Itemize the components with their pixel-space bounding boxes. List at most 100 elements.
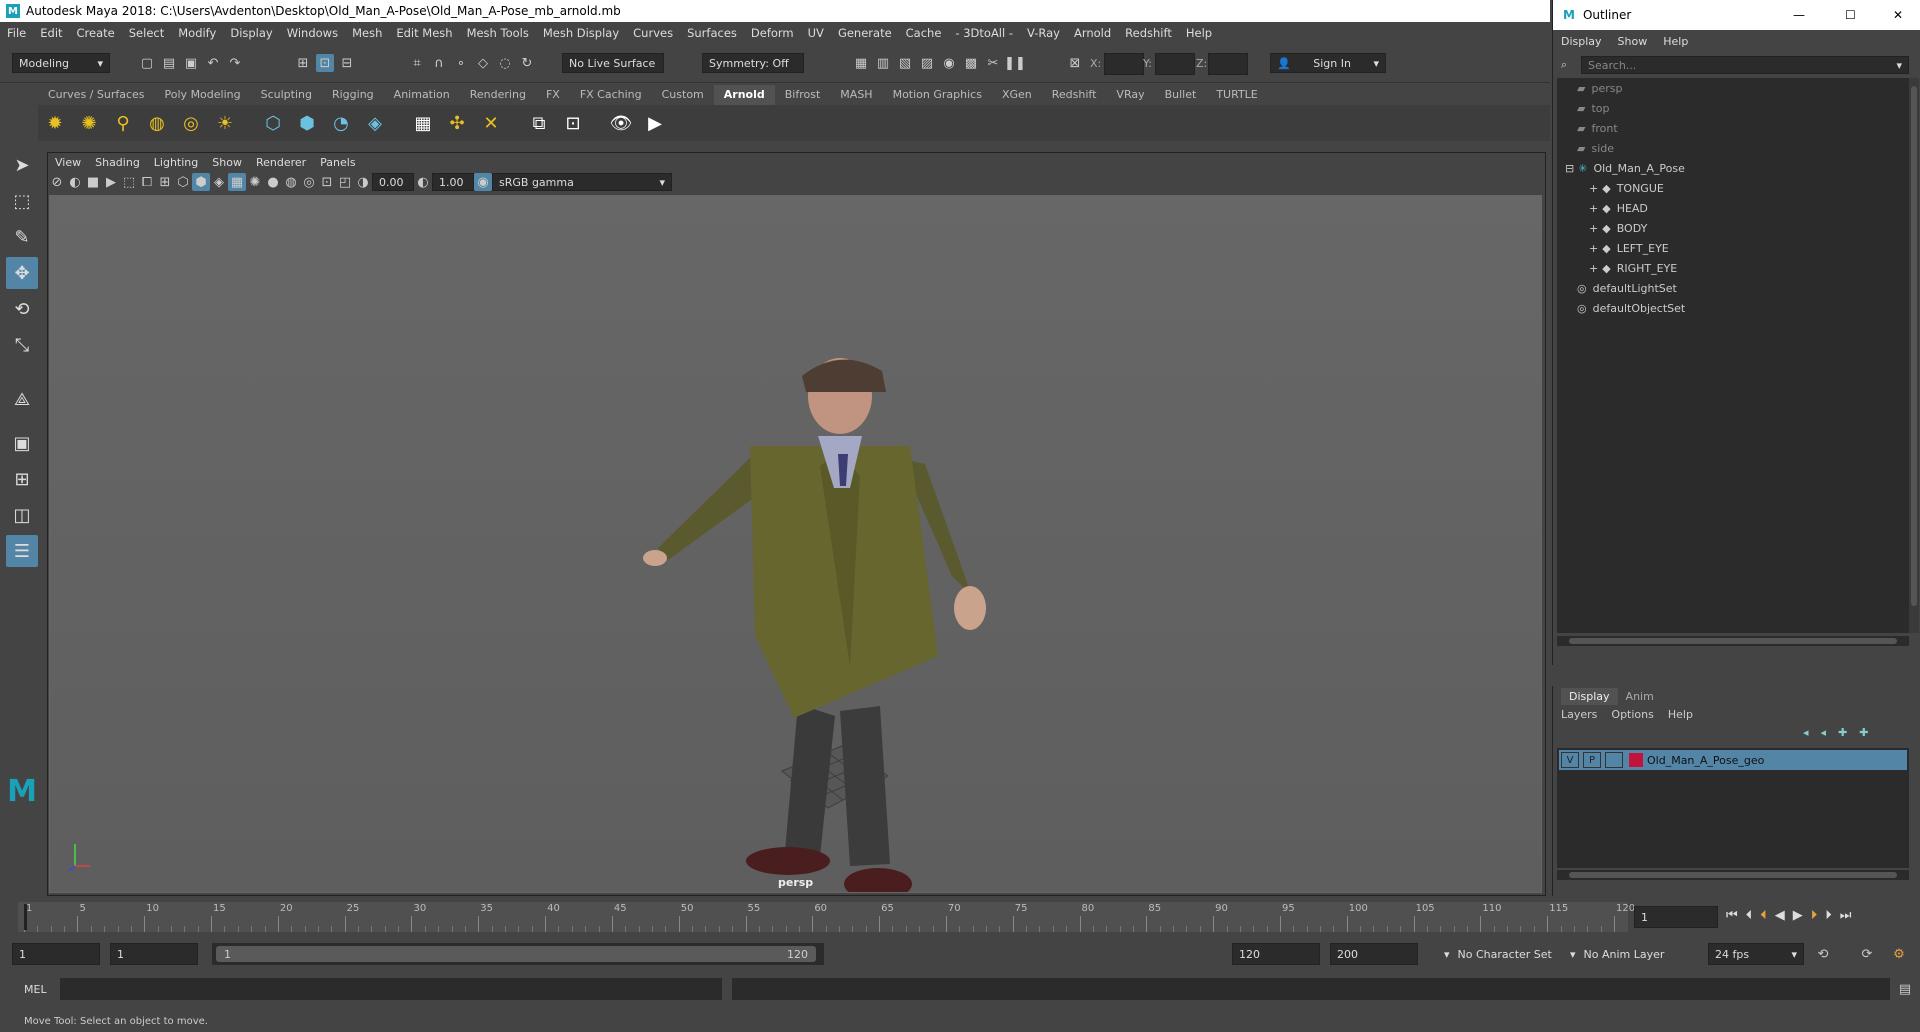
textured-icon[interactable]: ◈ bbox=[210, 173, 228, 191]
standin-icon[interactable]: ⬡ bbox=[260, 110, 286, 136]
close-icon[interactable]: ✕ bbox=[1893, 8, 1903, 22]
curve-collector-icon[interactable]: ◈ bbox=[362, 110, 388, 136]
shelf-tab-poly-modeling[interactable]: Poly Modeling bbox=[155, 85, 251, 105]
layer-visibility-toggle[interactable]: V bbox=[1561, 752, 1579, 768]
shelf-tab-bullet[interactable]: Bullet bbox=[1155, 85, 1207, 105]
stop-render-icon[interactable]: ✂ bbox=[984, 54, 1002, 72]
y-field[interactable] bbox=[1155, 53, 1195, 75]
snap-point-icon[interactable]: ∘ bbox=[452, 54, 470, 72]
play-render-icon[interactable]: ▶ bbox=[642, 110, 668, 136]
select-tool-icon[interactable]: ➤ bbox=[6, 149, 38, 181]
move-layer-down-icon[interactable]: ◂ bbox=[1821, 726, 1827, 739]
outliner-v-scrollbar[interactable] bbox=[1909, 78, 1919, 633]
open-scene-icon[interactable]: ▤ bbox=[160, 54, 178, 72]
viewport-menu-renderer[interactable]: Renderer bbox=[249, 156, 313, 169]
shelf-tab-motion-graphics[interactable]: Motion Graphics bbox=[883, 85, 992, 105]
four-pane-icon[interactable]: ⊞ bbox=[6, 463, 38, 495]
outliner-layout-icon[interactable]: ☰ bbox=[6, 535, 38, 567]
menu-select[interactable]: Select bbox=[122, 26, 171, 40]
flush-texture-icon[interactable]: ✣ bbox=[444, 110, 470, 136]
new-scene-icon[interactable]: ▢ bbox=[138, 54, 156, 72]
use-lights-icon[interactable]: ✺ bbox=[246, 173, 264, 191]
mesh-light-icon[interactable]: ⚲ bbox=[110, 110, 136, 136]
hypershade-icon[interactable]: ◉ bbox=[940, 54, 958, 72]
rotate-tool-icon[interactable]: ⟲ bbox=[6, 293, 38, 325]
export-standin-icon[interactable]: ⬢ bbox=[294, 110, 320, 136]
step-forward-key-icon[interactable]: ⏵ bbox=[1811, 908, 1818, 923]
menu-modify[interactable]: Modify bbox=[171, 26, 223, 40]
step-back-key-icon[interactable]: ⏴ bbox=[1760, 908, 1767, 923]
collapse-icon[interactable]: ⊟ bbox=[1565, 162, 1574, 175]
timeline-track[interactable]: 1 5 10 15 20 25 30 35 40 45 50 55 60 65 70 75 80 85 90 95 10… bbox=[18, 902, 1635, 932]
flush-cache-icon[interactable]: ▦ bbox=[410, 110, 436, 136]
menu-edit[interactable]: Edit bbox=[33, 26, 69, 40]
select-object-icon[interactable]: ⊡ bbox=[316, 54, 334, 72]
menu-curves[interactable]: Curves bbox=[626, 26, 680, 40]
paint-select-icon[interactable]: ✎ bbox=[6, 221, 38, 253]
shelf-tab-mash[interactable]: MASH bbox=[830, 85, 882, 105]
arnold-render-icon[interactable]: ▩ bbox=[962, 54, 980, 72]
menu-create[interactable]: Create bbox=[70, 26, 122, 40]
symmetry-dropdown[interactable]: Symmetry: Off bbox=[702, 53, 804, 73]
isolate-select-icon[interactable]: ⊡ bbox=[318, 173, 336, 191]
color-space-dropdown[interactable]: sRGB gamma ▾ bbox=[492, 173, 672, 191]
smooth-shade-icon[interactable]: ⬢ bbox=[192, 173, 210, 191]
maximize-icon[interactable]: ☐ bbox=[1845, 8, 1856, 22]
outliner-menu-show[interactable]: Show bbox=[1610, 35, 1656, 48]
volume-icon[interactable]: ◔ bbox=[328, 110, 354, 136]
menu-cache[interactable]: Cache bbox=[899, 26, 949, 40]
gamma-icon[interactable]: ◐ bbox=[414, 173, 432, 191]
lasso-tool-icon[interactable]: ⬚ bbox=[6, 185, 38, 217]
new-layer-icon[interactable]: ✚ bbox=[1838, 726, 1847, 739]
menu-surfaces[interactable]: Surfaces bbox=[680, 26, 744, 40]
current-frame-field[interactable]: 1 bbox=[1634, 906, 1718, 928]
auto-key-icon[interactable]: ⟳ bbox=[1858, 945, 1876, 963]
color-management-icon[interactable]: ◉ bbox=[474, 173, 492, 191]
scale-tool-icon[interactable]: ⤡ bbox=[6, 329, 38, 361]
redo-icon[interactable]: ↷ bbox=[226, 54, 244, 72]
render-view-icon[interactable]: ▦ bbox=[852, 54, 870, 72]
outliner-item[interactable]: + ◆ BODY bbox=[1557, 218, 1909, 238]
select-hierarchy-icon[interactable]: ⊞ bbox=[294, 54, 312, 72]
light-portal-icon[interactable]: ◎ bbox=[178, 110, 204, 136]
shelf-tab-arnold[interactable]: Arnold bbox=[713, 85, 775, 105]
save-scene-icon[interactable]: ▣ bbox=[182, 54, 200, 72]
expand-icon[interactable]: + bbox=[1589, 182, 1598, 195]
tab-anim[interactable]: Anim bbox=[1618, 688, 1662, 705]
shelf-tab-xgen[interactable]: XGen bbox=[992, 85, 1042, 105]
shelf-tab-curves-surfaces[interactable]: Curves / Surfaces bbox=[38, 85, 155, 105]
shelf-tab-sculpting[interactable]: Sculpting bbox=[251, 85, 322, 105]
single-pane-icon[interactable]: ▣ bbox=[6, 427, 38, 459]
menu-help[interactable]: Help bbox=[1179, 26, 1219, 40]
exposure-icon[interactable]: ◑ bbox=[354, 173, 372, 191]
move-tool-icon[interactable]: ✥ bbox=[6, 257, 38, 289]
loop-icon[interactable]: ⟲ bbox=[1814, 945, 1832, 963]
physical-sky-icon[interactable]: ☀ bbox=[212, 110, 238, 136]
script-editor-icon[interactable]: ▤ bbox=[1896, 980, 1914, 998]
outliner-item[interactable]: + ◆ LEFT_EYE bbox=[1557, 238, 1909, 258]
outliner-h-scrollbar[interactable] bbox=[1557, 636, 1909, 646]
shelf-tab-animation[interactable]: Animation bbox=[384, 85, 460, 105]
command-input[interactable] bbox=[60, 978, 722, 1000]
go-to-end-icon[interactable]: ⏭ bbox=[1840, 908, 1852, 923]
anim-layer-dropdown[interactable]: ▾ No Anim Layer bbox=[1564, 943, 1684, 965]
play-backwards-icon[interactable]: ◀ bbox=[1775, 908, 1785, 923]
minimize-icon[interactable]: — bbox=[1793, 8, 1805, 22]
image-plane-icon[interactable]: ◐ bbox=[66, 173, 84, 191]
current-time-indicator[interactable] bbox=[24, 904, 27, 930]
3d-viewport[interactable]: persp bbox=[49, 195, 1542, 893]
outliner-menu-help[interactable]: Help bbox=[1655, 35, 1696, 48]
outliner-item[interactable]: ◎ defaultObjectSet bbox=[1557, 298, 1909, 318]
undo-icon[interactable]: ↶ bbox=[204, 54, 222, 72]
time-slider[interactable]: 1 5 10 15 20 25 30 35 40 45 50 55 60 65 70 75 80 85 90 95 10… bbox=[0, 898, 1920, 936]
skydome-light-icon[interactable]: ✹ bbox=[42, 110, 68, 136]
film-gate-icon[interactable]: ⬚ bbox=[120, 173, 138, 191]
outliner-item[interactable]: ▰ top bbox=[1557, 98, 1909, 118]
layer-row[interactable]: V P Old_Man_A_Pose_geo bbox=[1559, 750, 1907, 770]
grid-icon[interactable]: ⊞ bbox=[156, 173, 174, 191]
motion-blur-icon[interactable]: ◎ bbox=[300, 173, 318, 191]
side-by-side-icon[interactable]: ◫ bbox=[6, 499, 38, 531]
sign-in-button[interactable]: 👤 Sign In ▾ bbox=[1270, 53, 1386, 73]
wireframe-on-shaded-icon[interactable]: ▦ bbox=[228, 173, 246, 191]
z-field[interactable] bbox=[1208, 53, 1248, 75]
